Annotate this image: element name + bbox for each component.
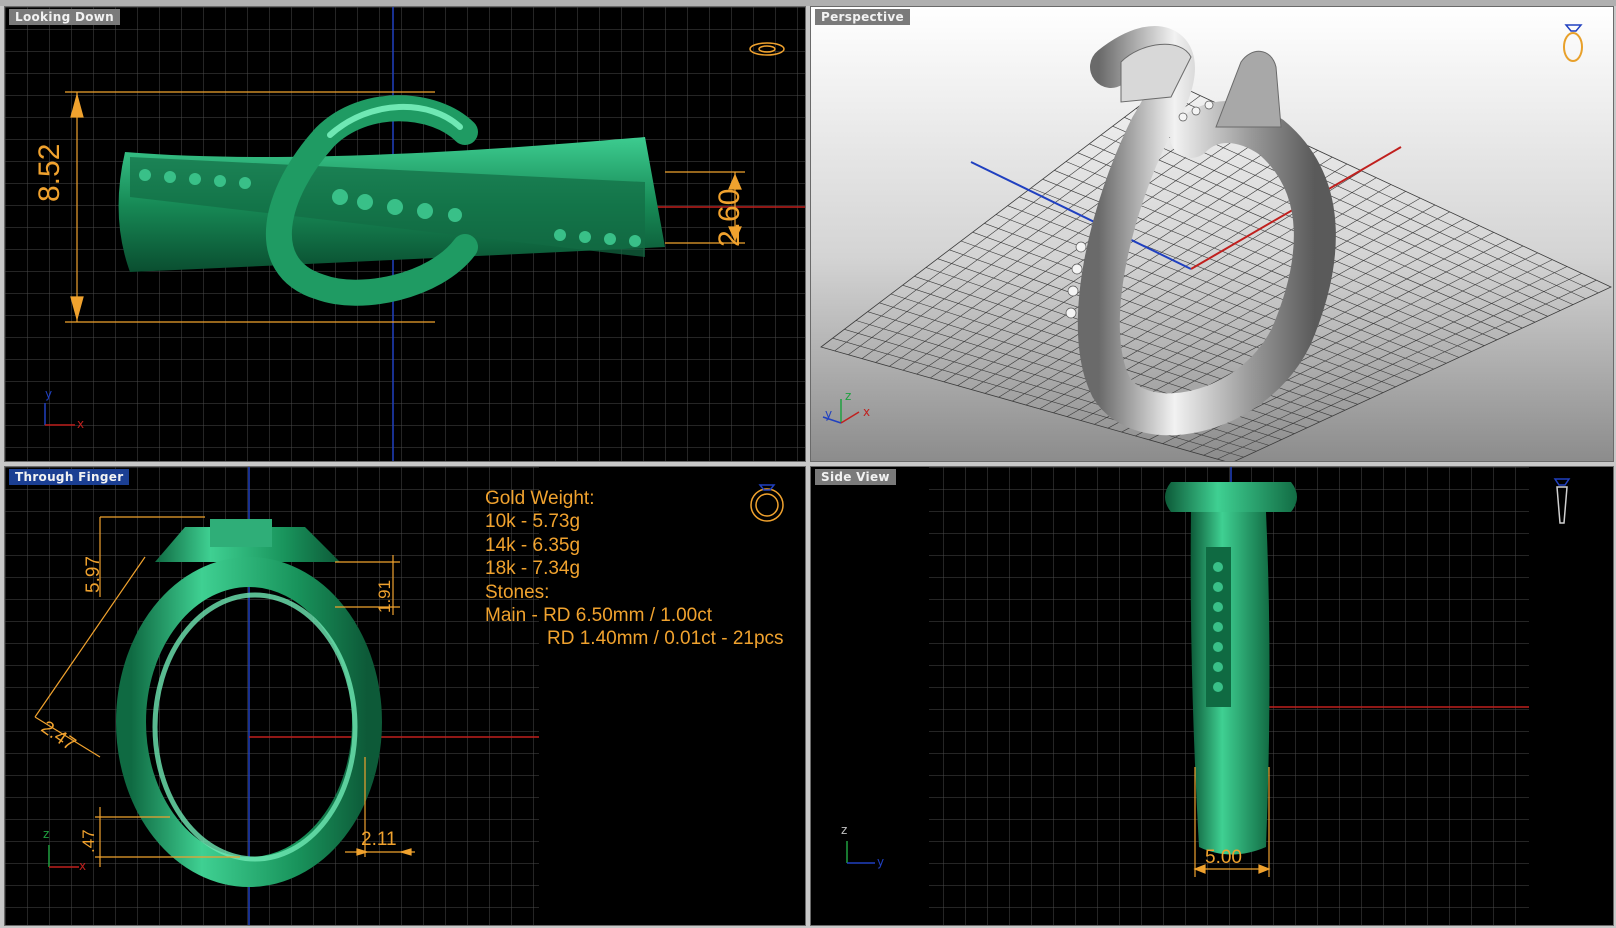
axis-indicator-side bbox=[846, 841, 875, 864]
viewport-looking-down[interactable]: Looking Down 8.52 2.60 y x bbox=[4, 6, 806, 462]
ring-gizmo-perspective bbox=[1563, 24, 1583, 62]
axis-label-z-front: z bbox=[43, 827, 50, 841]
axis-label-z-persp: z bbox=[845, 389, 852, 403]
dim-setting-height: 1.91 bbox=[375, 579, 394, 613]
axis-label-y-side: y bbox=[877, 855, 885, 869]
axis-label-y-persp: y bbox=[825, 407, 833, 421]
side-top-cap bbox=[1165, 482, 1297, 512]
axis-label-z-side: z bbox=[841, 823, 848, 837]
viewport-title-side-view[interactable]: Side View bbox=[815, 469, 896, 485]
silver-prong bbox=[1215, 50, 1282, 128]
viewport-title-looking-down[interactable]: Looking Down bbox=[9, 9, 120, 25]
gold-weight-title: Gold Weight: bbox=[485, 488, 595, 509]
perspective-canvas bbox=[820, 24, 1612, 461]
main-stone: Main - RD 6.50mm / 1.00ct bbox=[485, 605, 713, 627]
gold-14k: 14k - 6.35g bbox=[485, 534, 581, 556]
gold-18k: 18k - 7.34g bbox=[485, 558, 581, 580]
viewport-side-view[interactable]: Side View 5.00 z y bbox=[810, 466, 1614, 926]
specs-panel: Gold Weight: 10k - 5.73g 14k - 6.35g 18k… bbox=[485, 487, 784, 651]
axis-label-x-front: x bbox=[79, 859, 87, 873]
viewport-title-through-finger[interactable]: Through Finger bbox=[9, 469, 130, 485]
ring-center-setting bbox=[210, 519, 272, 547]
viewport-through-finger[interactable]: Through Finger 5.97 1.91 2.47 .47 2.11 G… bbox=[4, 466, 806, 926]
viewport-title-perspective[interactable]: Perspective bbox=[815, 9, 910, 25]
viewport-perspective[interactable]: Perspective z y x bbox=[810, 6, 1614, 462]
axis-blue bbox=[970, 161, 1192, 270]
axis-label-y: y bbox=[45, 387, 53, 401]
looking-down-canvas bbox=[5, 7, 805, 461]
dim-shank-thickness: .47 bbox=[79, 829, 98, 853]
stones-title: Stones: bbox=[485, 581, 550, 603]
dim-head-height: 5.97 bbox=[83, 556, 104, 593]
gold-10k: 10k - 5.73g bbox=[485, 511, 581, 533]
dim-width-label: 8.52 bbox=[33, 143, 66, 202]
dim-side-width: 5.00 bbox=[1205, 847, 1242, 868]
axis-label-x-persp: x bbox=[863, 405, 871, 419]
side-stones-spec: RD 1.40mm / 0.01ct - 21pcs bbox=[547, 628, 784, 650]
ring-gizmo-side bbox=[1553, 478, 1571, 524]
axis-label-x: x bbox=[77, 417, 85, 431]
dim-bottom-width: 2.11 bbox=[361, 829, 397, 850]
dim-height-label: 2.60 bbox=[713, 188, 746, 247]
